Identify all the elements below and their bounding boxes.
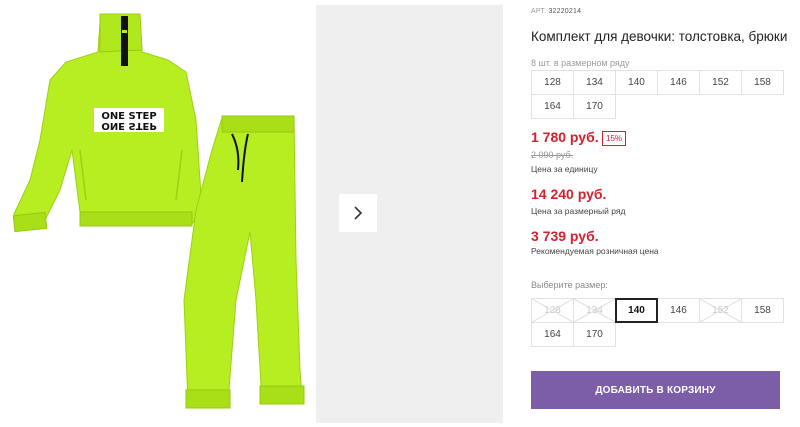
tracksuit-illustration: ONE STEP ONE STEP [12,13,305,409]
pack-size-cell: 140 [615,70,658,95]
discount-badge: 15% [602,131,627,146]
print-text-bottom: ONE STEP [101,120,156,131]
product-gallery: ONE STEP ONE STEP [0,0,503,427]
size-option-134: 134 [573,298,616,323]
unavailable-cross-icon [700,299,741,322]
pack-price-label: Цена за размерный ряд [531,206,626,216]
size-option-158[interactable]: 158 [741,298,784,323]
pack-size-grid: 128 134 140 146 152 158 164 170 [531,70,784,119]
article-label: АРТ. [531,8,547,15]
old-price: 2 090 руб. [531,150,574,160]
pack-size-cell: 134 [573,70,616,95]
unit-price: 1 780 руб. [531,129,599,145]
pack-size-cell: 170 [573,94,616,119]
pack-price: 14 240 руб. [531,186,607,202]
size-option-128: 128 [531,298,574,323]
product-title: Комплект для девочки: толстовка, брюки [531,29,788,44]
article-number: АРТ. 32220214 [531,8,581,15]
size-picker-label: Выберите размер: [531,280,608,290]
retail-price: 3 739 руб. [531,228,599,244]
gallery-next-button[interactable] [339,194,377,232]
size-option-170[interactable]: 170 [573,322,616,347]
pack-size-cell: 146 [657,70,700,95]
unavailable-cross-icon [574,299,615,322]
chevron-right-icon [354,206,363,220]
product-main-image[interactable]: ONE STEP ONE STEP [0,0,310,427]
size-option-140[interactable]: 140 [615,298,658,323]
size-picker: 128134140146152158 164170 [531,298,784,347]
size-option-146[interactable]: 146 [657,298,700,323]
unavailable-cross-icon [532,299,573,322]
unit-price-label: Цена за единицу [531,164,598,174]
pack-size-cell: 152 [699,70,742,95]
retail-price-label: Рекомендуемая розничная цена [531,246,659,256]
pack-hint: 8 шт. в размерном ряду [531,58,630,68]
article-value: 32220214 [548,8,582,15]
pack-size-cell: 158 [741,70,784,95]
add-to-cart-button[interactable]: ДОБАВИТЬ В КОРЗИНУ [531,371,780,409]
size-option-152: 152 [699,298,742,323]
size-option-164[interactable]: 164 [531,322,574,347]
pack-size-cell: 164 [531,94,574,119]
pack-size-cell: 128 [531,70,574,95]
